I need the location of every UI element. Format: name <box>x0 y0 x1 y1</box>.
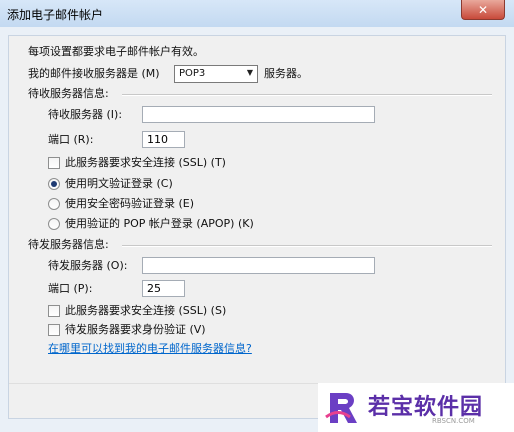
incoming-port-label: 端口 (R): <box>48 133 94 146</box>
outgoing-server-label: 待发服务器 (O): <box>48 259 128 272</box>
watermark-logo: 若宝软件园 RBSCN.COM <box>318 383 514 432</box>
outgoing-server-input[interactable] <box>142 257 375 274</box>
server-type-suffix: 服务器。 <box>264 67 308 80</box>
outgoing-auth-label: 待发服务器要求身份验证 (V) <box>65 323 206 336</box>
incoming-server-label: 待收服务器 (I): <box>48 108 123 121</box>
outgoing-auth-checkbox[interactable] <box>48 324 60 336</box>
auth-spa-radio[interactable] <box>48 198 60 210</box>
auth-plaintext-label: 使用明文验证登录 (C) <box>65 177 173 190</box>
auth-spa-label: 使用安全密码验证登录 (E) <box>65 197 195 210</box>
dialog-client: 每项设置都要求电子邮件帐户有效。 我的邮件接收服务器是 (M) POP3 ▼ 服… <box>8 35 506 419</box>
outgoing-port-input[interactable] <box>142 280 185 297</box>
chevron-down-icon: ▼ <box>246 68 253 77</box>
watermark-sub: RBSCN.COM <box>432 417 475 425</box>
intro-text: 每项设置都要求电子邮件帐户有效。 <box>28 45 204 58</box>
window-title: 添加电子邮件帐户 <box>7 8 104 22</box>
auth-plaintext-radio[interactable] <box>48 178 60 190</box>
incoming-group-divider <box>122 94 492 96</box>
auth-apop-radio[interactable] <box>48 218 60 230</box>
incoming-server-input[interactable] <box>142 106 375 123</box>
outgoing-port-label: 端口 (P): <box>48 282 93 295</box>
title-bar: 添加电子邮件帐户 ✕ <box>0 0 514 28</box>
incoming-group-title: 待收服务器信息: <box>28 87 109 100</box>
outgoing-group-divider <box>122 245 492 247</box>
server-info-help-link[interactable]: 在哪里可以找到我的电子邮件服务器信息? <box>48 342 252 356</box>
server-type-label: 我的邮件接收服务器是 (M) <box>28 67 160 80</box>
outgoing-ssl-checkbox[interactable] <box>48 305 60 317</box>
window-frame: 每项设置都要求电子邮件帐户有效。 我的邮件接收服务器是 (M) POP3 ▼ 服… <box>0 27 514 432</box>
close-button[interactable]: ✕ <box>461 0 505 20</box>
incoming-ssl-checkbox[interactable] <box>48 157 60 169</box>
radio-selected-dot <box>51 181 57 187</box>
incoming-port-input[interactable] <box>142 131 185 148</box>
close-icon: ✕ <box>477 2 489 17</box>
brand-logo-icon <box>325 393 357 423</box>
server-type-select[interactable]: POP3 ▼ <box>174 65 258 83</box>
auth-apop-label: 使用验证的 POP 帐户登录 (APOP) (K) <box>65 217 254 230</box>
outgoing-ssl-label: 此服务器要求安全连接 (SSL) (S) <box>65 304 227 317</box>
outgoing-group-title: 待发服务器信息: <box>28 238 109 251</box>
incoming-ssl-label: 此服务器要求安全连接 (SSL) (T) <box>65 156 226 169</box>
server-type-value: POP3 <box>179 68 206 79</box>
